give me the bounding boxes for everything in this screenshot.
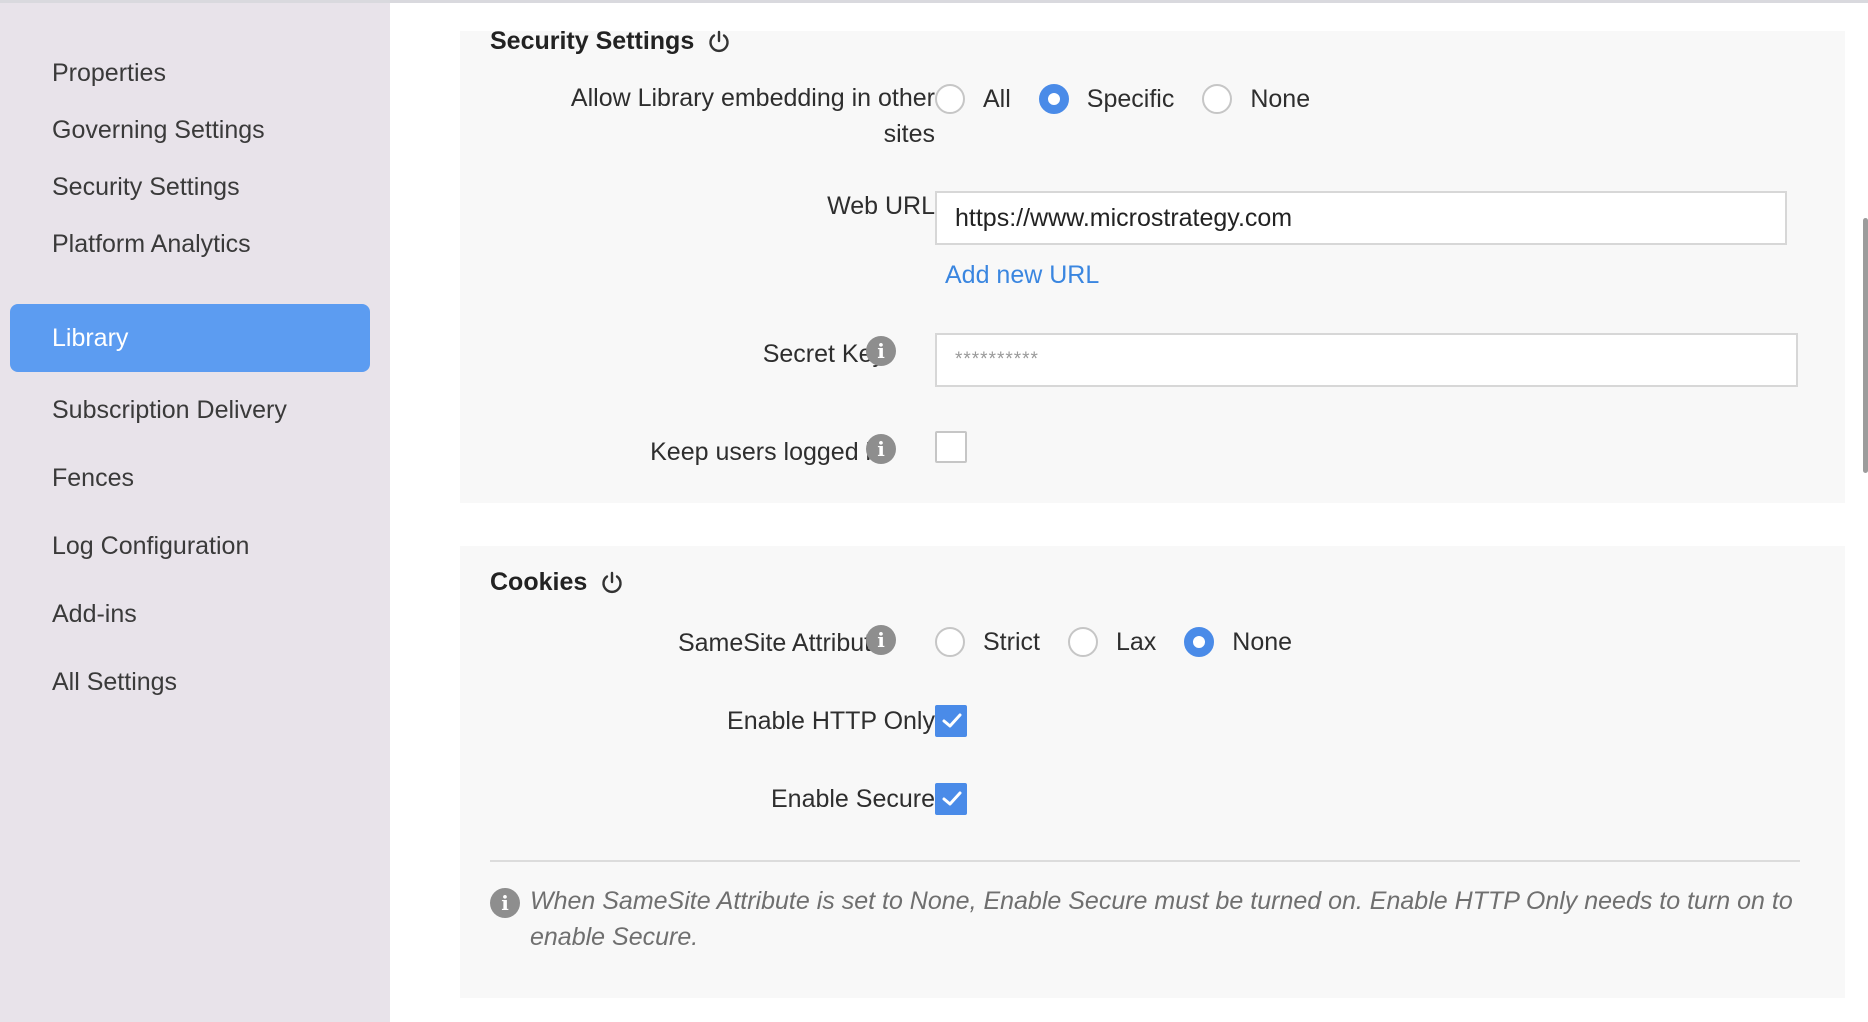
info-icon: i (490, 888, 520, 918)
embedding-label-line2: sites (883, 120, 935, 148)
samesite-label: SameSite Attribute (677, 629, 885, 657)
radio-circle[interactable] (935, 627, 965, 657)
radio-circle[interactable] (935, 84, 965, 114)
sidebar-item-label: Log Configuration (52, 531, 250, 560)
secret-key-label: Secret Key (762, 340, 885, 368)
sidebar-item-platform-analytics[interactable]: Platform Analytics (10, 210, 370, 278)
note-line1: When SameSite Attribute is set to None, … (530, 887, 1793, 915)
radio-circle[interactable] (1067, 627, 1098, 657)
security-settings-panel: Security Settings Allow Library embeddin… (460, 27, 1845, 503)
sidebar-item-log-configuration[interactable]: Log Configuration (10, 512, 370, 580)
sidebar-item-subscription-delivery[interactable]: Subscription Delivery (10, 376, 370, 444)
sidebar-item-all-settings[interactable]: All Settings (10, 648, 370, 716)
power-icon[interactable] (706, 29, 732, 55)
http-only-checkbox[interactable] (935, 705, 967, 737)
security-settings-header: Security Settings (490, 27, 732, 56)
radio-specific[interactable]: Specific (1038, 84, 1175, 114)
secure-label: Enable Secure (770, 785, 935, 813)
radio-label: All (983, 84, 1011, 113)
secret-key-input[interactable]: ********** (935, 333, 1798, 387)
info-icon[interactable]: i (866, 434, 896, 464)
radio-lax[interactable]: Lax (1067, 627, 1157, 657)
radio-label: Specific (1086, 84, 1175, 113)
sidebar-item-add-ins[interactable]: Add-ins (10, 580, 370, 648)
power-icon[interactable] (599, 570, 625, 596)
samesite-radio-group: Strict Lax None (935, 627, 1292, 657)
web-url-label: Web URL (827, 192, 935, 220)
info-icon[interactable]: i (866, 336, 896, 366)
sidebar-item-fences[interactable]: Fences (10, 444, 370, 512)
radio-none[interactable]: None (1202, 84, 1310, 114)
sidebar: Properties Governing Settings Security S… (0, 3, 390, 1022)
radio-all[interactable]: All (935, 84, 1011, 114)
scrollbar[interactable] (1863, 218, 1868, 473)
info-icon[interactable]: i (866, 625, 896, 655)
check-icon (942, 713, 962, 728)
radio-label: None (1250, 84, 1311, 113)
radio-circle[interactable] (1202, 84, 1233, 114)
check-icon (942, 791, 962, 806)
note-line2: enable Secure. (530, 923, 699, 951)
sidebar-item-label: Properties (52, 58, 166, 87)
settings-content: Security Settings Allow Library embeddin… (390, 3, 1868, 1022)
radio-label: None (1232, 627, 1293, 656)
http-only-label: Enable HTTP Only (727, 707, 935, 735)
keep-logged-in-label: Keep users logged in (650, 438, 885, 466)
sidebar-item-label: Platform Analytics (52, 229, 251, 258)
sidebar-item-label: All Settings (52, 667, 178, 696)
sidebar-item-label: Fences (52, 463, 134, 492)
sidebar-item-label: Add-ins (52, 599, 137, 628)
sidebar-item-label: Security Settings (52, 172, 240, 201)
radio-circle-selected[interactable] (1184, 627, 1215, 657)
sidebar-item-label: Governing Settings (52, 115, 265, 144)
cookies-header: Cookies (490, 568, 625, 597)
embedding-label: Allow Library embedding in other sites (500, 80, 935, 152)
divider (490, 860, 1800, 862)
section-title: Security Settings (490, 27, 695, 55)
radio-strict[interactable]: Strict (935, 627, 1040, 657)
secure-checkbox[interactable] (935, 783, 967, 815)
sidebar-item-library[interactable]: Library (10, 304, 370, 372)
samesite-note: When SameSite Attribute is set to None, … (530, 883, 1830, 955)
embedding-label-line1: Allow Library embedding in other (570, 84, 935, 112)
radio-label: Lax (1115, 627, 1157, 656)
cookies-panel: Cookies SameSite Attribute i Strict Lax … (460, 546, 1845, 998)
keep-logged-in-checkbox[interactable] (935, 431, 967, 463)
radio-circle-selected[interactable] (1038, 84, 1069, 114)
section-title: Cookies (490, 568, 588, 596)
radio-none[interactable]: None (1184, 627, 1292, 657)
sidebar-item-label: Library (52, 323, 129, 352)
add-new-url-link[interactable]: Add new URL (945, 261, 1099, 290)
radio-label: Strict (983, 627, 1040, 656)
web-url-input[interactable]: https://www.microstrategy.com (935, 191, 1787, 245)
sidebar-item-label: Subscription Delivery (52, 395, 287, 424)
embedding-radio-group: All Specific None (935, 84, 1310, 114)
